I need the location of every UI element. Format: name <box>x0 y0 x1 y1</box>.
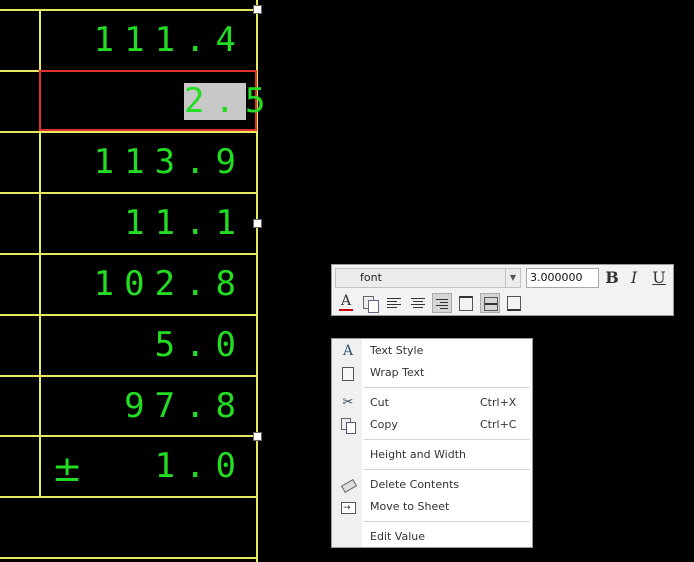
menu-item-label: Cut <box>370 396 389 409</box>
resize-handle[interactable] <box>253 219 262 228</box>
font-dropdown[interactable]: font ▼ <box>335 268 521 288</box>
menu-item-label: Edit Value <box>370 530 426 543</box>
menu-item-shortcut: Ctrl+C <box>480 418 517 431</box>
menu-separator <box>364 521 530 522</box>
text-style-icon: A <box>342 343 354 359</box>
font-dropdown-value: font <box>360 271 382 284</box>
text-color-icon: A <box>341 293 352 309</box>
menu-item-move-to-sheet[interactable]: → Move to Sheet <box>332 497 532 517</box>
resize-handle[interactable] <box>253 432 262 441</box>
table-cell-value[interactable]: 97.8 <box>124 376 246 436</box>
menu-item-label: Wrap Text <box>370 366 425 379</box>
menu-item-copy[interactable]: Copy Ctrl+C <box>332 415 532 435</box>
menu-item-label: Text Style <box>370 344 424 357</box>
align-top-button[interactable] <box>456 293 476 313</box>
plus-minus-symbol: ± <box>52 449 83 490</box>
align-left-icon <box>387 296 401 308</box>
align-center-button[interactable] <box>408 293 428 313</box>
context-menu: A Text Style Wrap Text ✂ Cut Ctrl+X Copy… <box>331 338 533 548</box>
align-middle-button[interactable] <box>480 293 500 313</box>
menu-item-shortcut: Ctrl+X <box>480 396 517 409</box>
text-color-button[interactable]: A <box>336 293 356 313</box>
align-middle-icon <box>484 297 498 311</box>
menu-item-height-and-width[interactable]: Height and Width <box>332 445 532 465</box>
move-to-sheet-icon: → <box>340 499 356 515</box>
table-cell-value[interactable]: 102.8 <box>94 254 246 314</box>
eraser-icon <box>340 477 358 493</box>
table-cell-value[interactable]: 1.0 <box>155 436 246 496</box>
table-cell-value[interactable]: 11.1 <box>124 193 246 253</box>
italic-button[interactable]: I <box>624 268 644 288</box>
menu-item-delete-contents[interactable]: Delete Contents <box>332 475 532 495</box>
menu-item-label: Move to Sheet <box>370 500 450 513</box>
align-right-button[interactable] <box>432 293 452 313</box>
selected-cell-text[interactable]: 2.5 <box>184 83 265 120</box>
menu-separator <box>364 387 530 388</box>
align-bottom-icon <box>507 296 521 311</box>
font-size-input[interactable]: 3.000000 <box>526 268 599 288</box>
menu-item-cut[interactable]: ✂ Cut Ctrl+X <box>332 393 532 413</box>
table-cell-value[interactable]: 111.4 <box>94 10 246 70</box>
menu-separator <box>364 439 530 440</box>
copy-icon <box>340 417 356 434</box>
text-format-toolbar: font ▼ 3.000000 B I U A <box>331 264 674 316</box>
align-top-icon <box>459 296 473 311</box>
scissors-icon: ✂ <box>342 395 354 410</box>
table-cell-value[interactable]: 5.0 <box>155 315 246 375</box>
menu-item-label: Height and Width <box>370 448 467 461</box>
menu-item-wrap-text[interactable]: Wrap Text <box>332 363 532 383</box>
chevron-down-icon[interactable]: ▼ <box>505 269 520 287</box>
align-center-icon <box>411 296 425 308</box>
row-divider <box>0 557 257 559</box>
align-right-icon <box>436 297 448 309</box>
menu-item-text-style[interactable]: A Text Style <box>332 341 532 361</box>
menu-separator <box>364 469 530 470</box>
paste-format-button[interactable] <box>360 293 380 313</box>
bold-button[interactable]: B <box>602 268 622 288</box>
resize-handle[interactable] <box>253 5 262 14</box>
align-bottom-button[interactable] <box>504 293 524 313</box>
wrap-text-icon <box>340 365 356 381</box>
underline-button[interactable]: U <box>649 268 669 288</box>
menu-item-label: Copy <box>370 418 398 431</box>
menu-item-edit-value[interactable]: Edit Value <box>332 527 532 547</box>
table-cell-value[interactable]: 113.9 <box>94 132 246 192</box>
align-left-button[interactable] <box>384 293 404 313</box>
menu-item-label: Delete Contents <box>370 478 460 491</box>
